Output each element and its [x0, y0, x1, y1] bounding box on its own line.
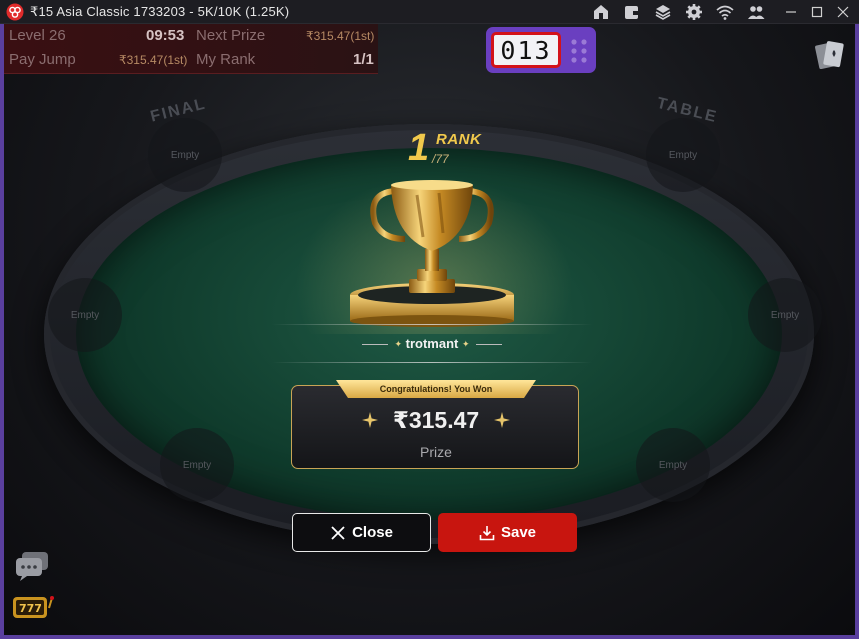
sparkle-icon — [494, 412, 510, 428]
cards-icon[interactable] — [814, 38, 846, 72]
close-button-label: Close — [352, 524, 393, 541]
hud-row-payjump: Pay Jump ₹315.47(1st) My Rank 1/1 — [4, 48, 378, 73]
seat-empty[interactable]: Empty — [160, 428, 234, 502]
seat-empty[interactable]: Empty — [646, 118, 720, 192]
divider-line — [272, 324, 592, 325]
sparkle-icon: ✦ — [461, 339, 470, 350]
trophy-icon — [350, 180, 514, 327]
next-prize-label: Next Prize — [196, 27, 266, 44]
seat-empty[interactable]: Empty — [48, 278, 122, 352]
seat-empty[interactable]: Empty — [748, 278, 822, 352]
player-name: trotmant — [405, 336, 459, 351]
pay-jump-label: Pay Jump — [9, 51, 76, 68]
rank-total: /77 — [432, 152, 449, 166]
chat-icon[interactable] — [14, 550, 50, 582]
divider-dash — [362, 344, 389, 346]
rank-display: 1 RANK /77 — [406, 127, 516, 177]
game-area: FINAL TABLE Empty Empty Empty Empty Empt… — [0, 24, 859, 639]
maximize-button[interactable] — [805, 0, 829, 24]
prize-label: Prize — [420, 444, 452, 460]
close-icon — [331, 525, 345, 540]
divider-line — [272, 362, 592, 363]
save-button-label: Save — [500, 524, 537, 541]
seat-empty[interactable]: Empty — [148, 118, 222, 192]
wifi-icon[interactable] — [714, 1, 736, 23]
prize-amount: ₹315.47 — [392, 407, 480, 433]
rank-number: 1 — [408, 127, 430, 169]
timer-display: 013 — [491, 32, 561, 68]
titlebar-toolbar — [581, 0, 859, 24]
dice-icon[interactable] — [570, 38, 588, 64]
save-button[interactable]: Save — [438, 513, 577, 552]
seat-empty[interactable]: Empty — [636, 428, 710, 502]
my-rank-value: 1/1 — [353, 51, 374, 68]
settings-icon[interactable] — [683, 1, 705, 23]
rank-word: RANK — [436, 131, 482, 148]
next-prize-value: ₹315.47(1st) — [306, 29, 375, 43]
tournament-hud: Level 26 09:53 Next Prize ₹315.47(1st) P… — [4, 24, 378, 74]
congrats-ribbon: Congratulations! You Won — [336, 380, 536, 398]
app-logo-icon — [6, 3, 24, 20]
close-window-button[interactable] — [831, 0, 855, 24]
window-titlebar: ₹15 Asia Classic 1733203 - 5K/10K (1.25K… — [0, 0, 859, 24]
my-rank-label: My Rank — [196, 51, 256, 68]
download-icon — [479, 525, 495, 540]
action-timer: 013 — [486, 27, 596, 73]
level-label: Level 26 — [9, 27, 66, 44]
level-timer: 09:53 — [146, 27, 185, 44]
window-title: ₹15 Asia Classic 1733203 - 5K/10K (1.25K… — [30, 3, 290, 19]
lobby-icon[interactable] — [590, 1, 612, 23]
close-button[interactable]: Close — [292, 513, 431, 552]
minimize-button[interactable] — [779, 0, 803, 24]
pay-jump-value: ₹315.47(1st) — [119, 53, 188, 67]
sparkle-icon: ✦ — [394, 339, 403, 350]
divider-dash — [475, 344, 502, 346]
players-icon[interactable] — [745, 1, 767, 23]
prize-card: Congratulations! You Won ₹315.47 Prize — [291, 380, 579, 469]
wallet-icon[interactable] — [621, 1, 643, 23]
hud-row-level: Level 26 09:53 Next Prize ₹315.47(1st) — [4, 24, 378, 49]
layers-icon[interactable] — [652, 1, 674, 23]
slot-machine-icon[interactable]: 777 — [12, 594, 54, 620]
player-name-row: ✦ trotmant ✦ — [272, 336, 592, 351]
svg-text:777: 777 — [19, 602, 42, 615]
